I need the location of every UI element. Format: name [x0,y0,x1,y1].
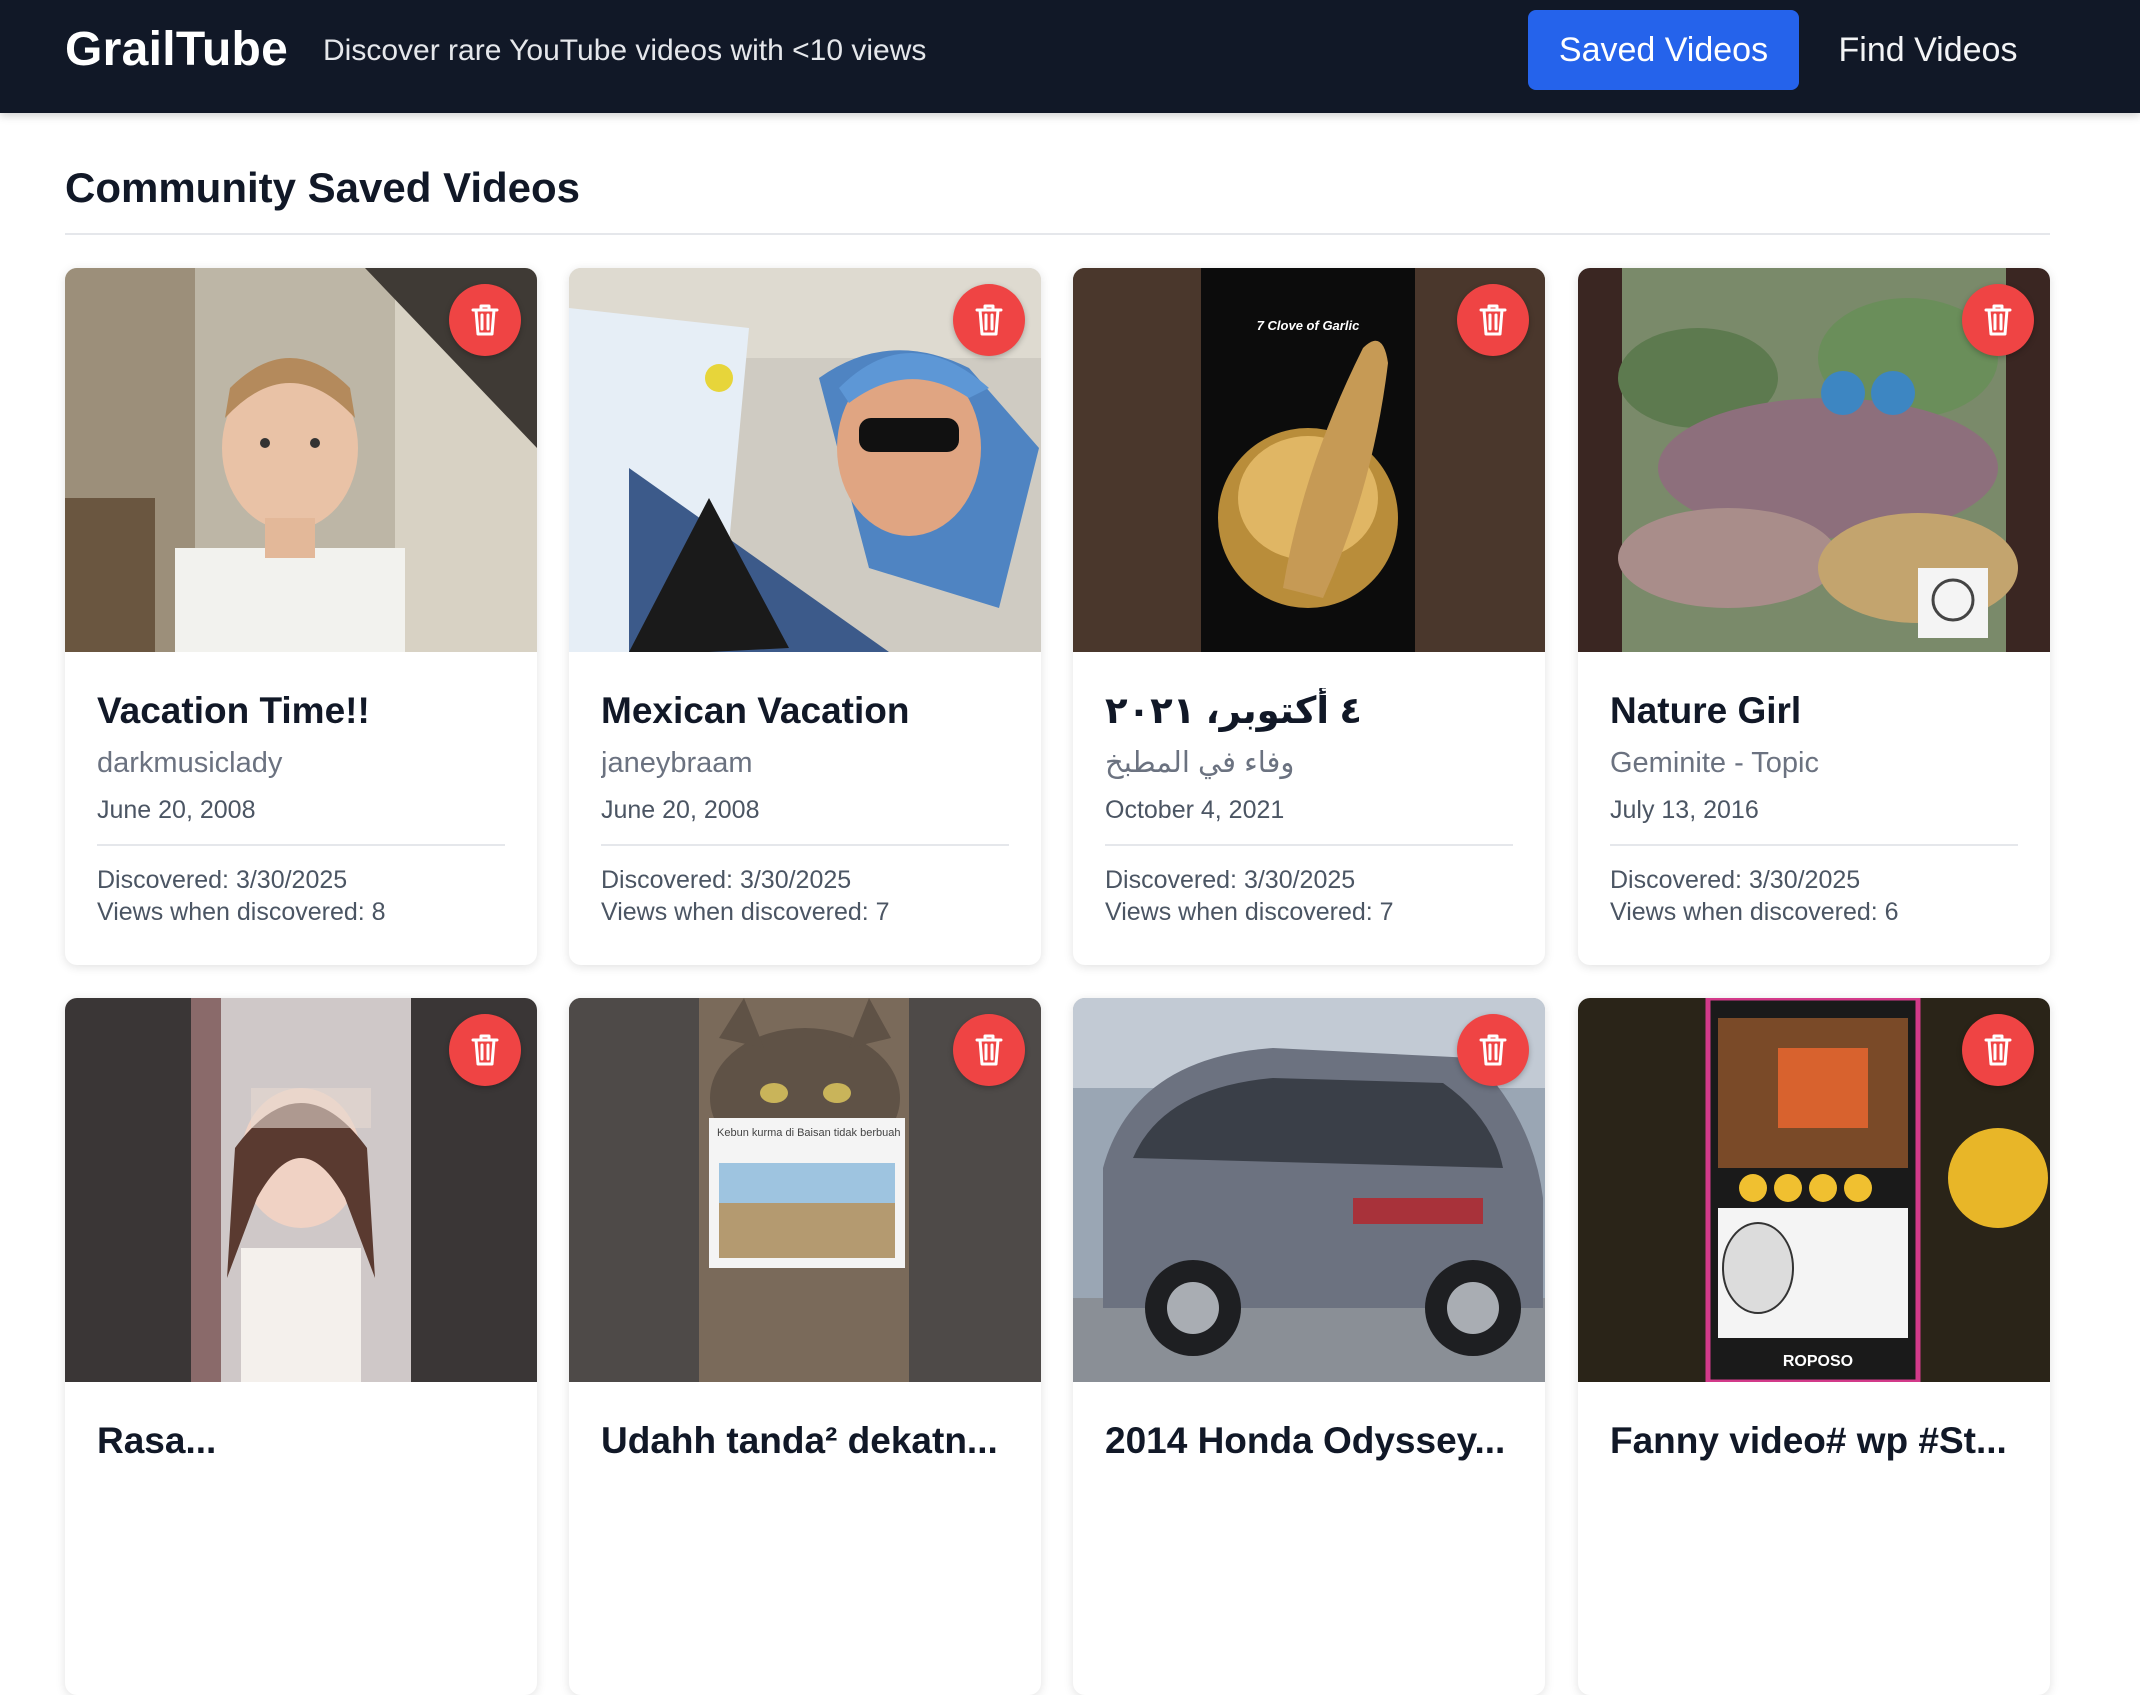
trash-icon [1479,1034,1507,1066]
video-title[interactable]: Nature Girl [1610,688,2018,734]
views-when-discovered: Views when discovered: 7 [1105,898,1394,926]
brand-logo[interactable]: GrailTube [65,22,288,77]
delete-button[interactable] [449,284,521,356]
discovered-date: Discovered: 3/30/2025 [1610,866,1861,894]
trash-icon [471,1034,499,1066]
section-divider [65,233,2050,235]
video-title[interactable]: Rasa... [97,1418,505,1464]
video-upload-date: June 20, 2008 [97,796,256,824]
trash-icon [1984,1034,2012,1066]
find-videos-button[interactable]: Find Videos [1812,10,2044,90]
discovered-date: Discovered: 3/30/2025 [97,866,348,894]
trash-icon [975,1034,1003,1066]
trash-icon [1984,304,2012,336]
card-divider [601,844,1009,846]
delete-button[interactable] [449,1014,521,1086]
top-navbar: GrailTube Discover rare YouTube videos w… [0,0,2140,113]
card-divider [1610,844,2018,846]
video-card-body: 2014 Honda Odyssey... [1105,1382,1513,1464]
video-card[interactable]: Rasa... [65,998,537,1695]
video-channel: وفاء في المطبخ [1105,747,1295,779]
video-title[interactable]: Mexican Vacation [601,688,1009,734]
views-when-discovered: Views when discovered: 8 [97,898,386,926]
video-card-body: Mexican Vacation janeybraam June 20, 200… [601,652,1009,928]
saved-videos-button[interactable]: Saved Videos [1528,10,1799,90]
delete-button[interactable] [1457,284,1529,356]
video-title[interactable]: Vacation Time!! [97,688,505,734]
video-card-body: Vacation Time!! darkmusiclady June 20, 2… [97,652,505,928]
video-card[interactable]: Mexican Vacation janeybraam June 20, 200… [569,268,1041,965]
video-title[interactable]: Udahh tanda² dekatn... [601,1418,1009,1464]
video-card[interactable]: Nature Girl Geminite - Topic July 13, 20… [1578,268,2050,965]
video-card-body: Udahh tanda² dekatn... [601,1382,1009,1464]
video-channel: janeybraam [601,747,753,779]
video-title[interactable]: Fanny video# wp #St... [1610,1418,2018,1464]
video-channel: Geminite - Topic [1610,747,1819,779]
video-upload-date: June 20, 2008 [601,796,760,824]
thumbnail-caption: Kebun kurma di Baisan tidak berbuah [717,1127,900,1139]
thumbnail-caption: 7 Clove of Garlic [1257,318,1360,333]
delete-button[interactable] [1457,1014,1529,1086]
card-divider [97,844,505,846]
video-card[interactable]: 2014 Honda Odyssey... [1073,998,1545,1695]
card-divider [1105,844,1513,846]
delete-button[interactable] [1962,284,2034,356]
video-card[interactable]: Kebun kurma di Baisan tidak berbuah Udah… [569,998,1041,1695]
discovered-date: Discovered: 3/30/2025 [601,866,852,894]
video-card[interactable]: ROPOSO Fanny video# wp #St... [1578,998,2050,1695]
trash-icon [975,304,1003,336]
trash-icon [471,304,499,336]
video-grid: Vacation Time!! darkmusiclady June 20, 2… [65,268,2050,1695]
video-card-body: Rasa... [97,1382,505,1464]
video-upload-date: October 4, 2021 [1105,796,1285,824]
views-when-discovered: Views when discovered: 6 [1610,898,1899,926]
delete-button[interactable] [1962,1014,2034,1086]
delete-button[interactable] [953,1014,1025,1086]
views-when-discovered: Views when discovered: 7 [601,898,890,926]
video-title[interactable]: 2014 Honda Odyssey... [1105,1418,1513,1464]
discovered-date: Discovered: 3/30/2025 [1105,866,1356,894]
video-card-body: Nature Girl Geminite - Topic July 13, 20… [1610,652,2018,928]
video-upload-date: July 13, 2016 [1610,796,1759,824]
brand-tagline: Discover rare YouTube videos with <10 vi… [323,34,927,67]
video-card-body: ٤ أكتوبر، ٢٠٢١ وفاء في المطبخ October 4,… [1105,652,1513,928]
video-channel: darkmusiclady [97,747,283,779]
video-card[interactable]: 7 Clove of Garlic ٤ أكتوبر، ٢٠٢١ وفاء في… [1073,268,1545,965]
delete-button[interactable] [953,284,1025,356]
video-card-body: Fanny video# wp #St... [1610,1382,2018,1464]
trash-icon [1479,304,1507,336]
thumbnail-caption: ROPOSO [1783,1353,1853,1370]
video-title[interactable]: ٤ أكتوبر، ٢٠٢١ [1105,688,1513,734]
video-card[interactable]: Vacation Time!! darkmusiclady June 20, 2… [65,268,537,965]
page-title: Community Saved Videos [65,164,581,211]
